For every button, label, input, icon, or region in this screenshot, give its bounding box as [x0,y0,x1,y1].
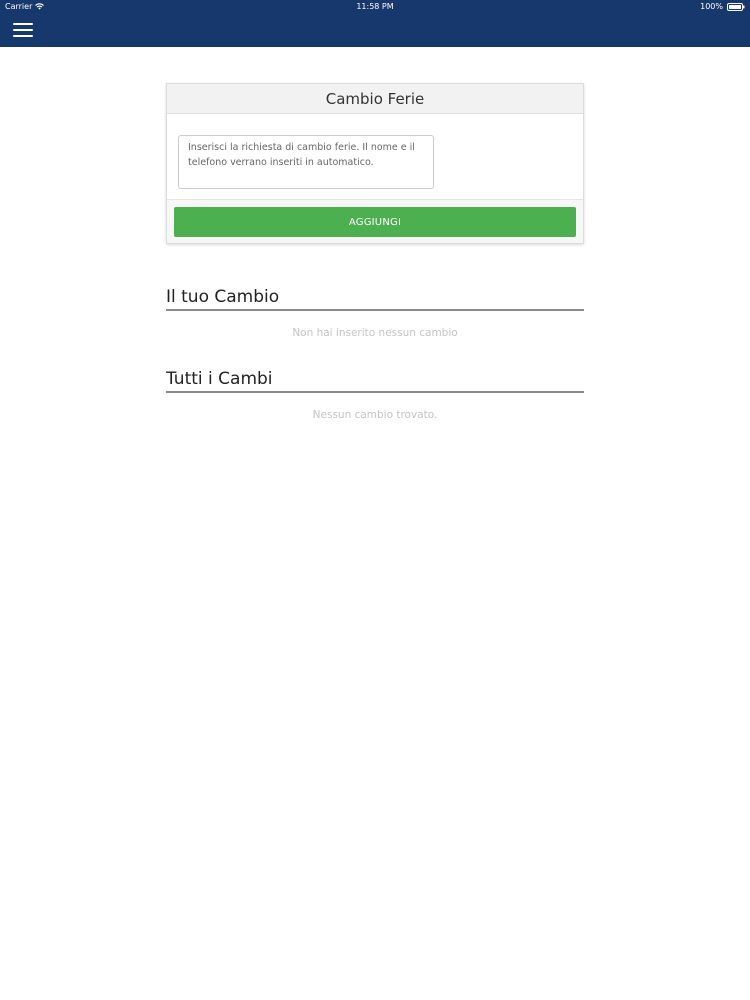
change-request-card: Cambio Ferie AGGIUNGI [166,83,584,244]
my-changes-title: Il tuo Cambio [166,287,584,311]
request-input[interactable] [178,135,434,189]
battery-icon [727,2,745,11]
status-time: 11:58 PM [356,2,394,11]
status-right: 100% [700,2,745,11]
card-body [167,114,583,200]
battery-percent: 100% [700,2,723,11]
add-button[interactable]: AGGIUNGI [174,207,576,237]
my-changes-empty-message: Non hai inserito nessun cambio [292,327,458,339]
status-bar: Carrier 11:58 PM 100% [0,0,750,14]
card-title: Cambio Ferie [167,84,583,114]
all-changes-empty-message: Nessun cambio trovato. [312,409,438,421]
hamburger-menu-icon[interactable] [13,22,35,38]
card-footer: AGGIUNGI [167,200,583,243]
top-navigation-bar: Carrier 11:58 PM 100% [0,0,750,47]
all-changes-title: Tutti i Cambi [166,369,584,393]
